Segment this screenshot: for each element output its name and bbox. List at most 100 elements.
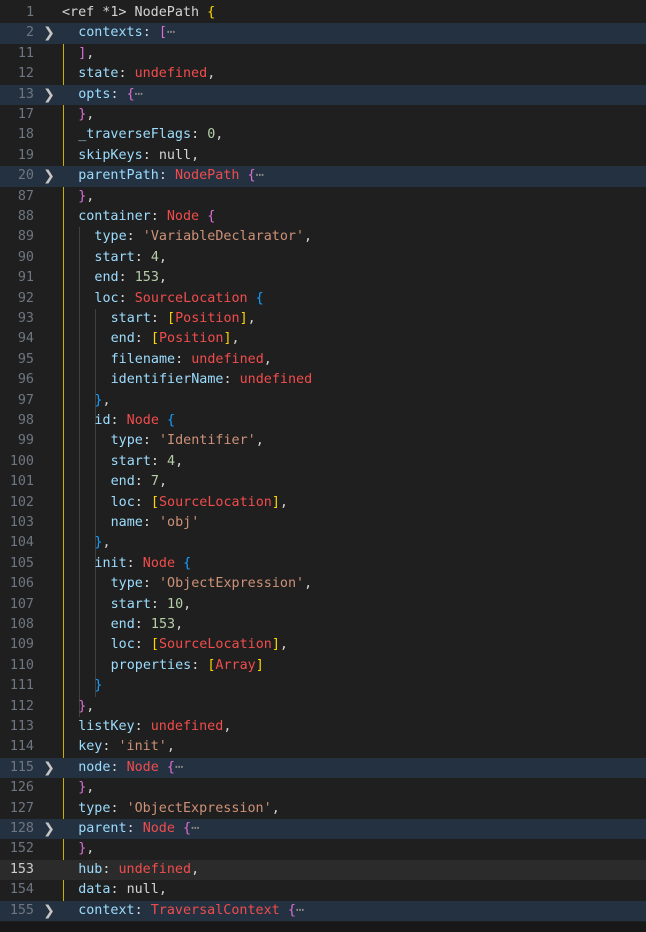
code-line[interactable]: 1 <ref *1> NodePath { bbox=[0, 3, 646, 23]
token-number: 4 bbox=[167, 453, 176, 469]
code-line[interactable]: 101 end: 7, bbox=[0, 472, 646, 492]
token-plain: : bbox=[142, 576, 159, 592]
code-line[interactable]: 2 ❯ contexts: [⋯ bbox=[0, 23, 646, 44]
token-plain: , bbox=[86, 107, 95, 122]
code-text: key: 'init', bbox=[78, 737, 175, 757]
token-plain: : bbox=[110, 882, 127, 898]
folded-ellipsis[interactable]: ⋯ bbox=[256, 168, 264, 183]
line-number: 11 bbox=[17, 45, 34, 61]
line-number: 110 bbox=[9, 657, 34, 673]
code-editor[interactable]: 1 <ref *1> NodePath {2 ❯ contexts: [⋯ 11], 12… bbox=[0, 0, 646, 932]
code-line[interactable]: 92 loc: SourceLocation { bbox=[0, 289, 646, 309]
code-line[interactable]: 106 type: 'ObjectExpression', bbox=[0, 574, 646, 594]
property-key: skipKeys bbox=[78, 147, 143, 163]
token-plain: : bbox=[102, 861, 119, 877]
token-plain: : bbox=[118, 66, 135, 82]
token-plain: : bbox=[134, 474, 151, 490]
chevron-right-icon[interactable]: ❯ bbox=[38, 819, 60, 839]
code-line[interactable]: 107 start: 10, bbox=[0, 595, 646, 615]
code-line[interactable]: 99 type: 'Identifier', bbox=[0, 431, 646, 451]
code-line[interactable]: 90 start: 4, bbox=[0, 248, 646, 268]
code-line[interactable]: 96 identifierName: undefined bbox=[0, 370, 646, 390]
code-line[interactable]: 88 container: Node { bbox=[0, 207, 646, 227]
token-plain: , bbox=[86, 841, 95, 857]
code-line[interactable]: 115 ❯ node: Node {⋯ bbox=[0, 757, 646, 779]
code-line[interactable]: 89 type: 'VariableDeclarator', bbox=[0, 227, 646, 247]
property-key: end bbox=[94, 270, 119, 286]
code-line[interactable]: 111} bbox=[0, 676, 646, 696]
folded-ellipsis[interactable]: ⋯ bbox=[191, 821, 199, 836]
chevron-right-icon[interactable]: ❯ bbox=[38, 85, 60, 105]
property-key: type bbox=[110, 576, 143, 592]
code-text: contexts: [⋯ bbox=[78, 23, 175, 43]
code-line[interactable]: 11], bbox=[0, 44, 646, 64]
code-line[interactable]: 13 ❯ opts: {⋯ bbox=[0, 84, 646, 105]
folded-ellipsis[interactable]: ⋯ bbox=[135, 87, 143, 102]
code-line[interactable]: 12 state: undefined, bbox=[0, 64, 646, 84]
code-line[interactable]: 110 properties: [Array] bbox=[0, 656, 646, 676]
code-line[interactable]: 87}, bbox=[0, 187, 646, 207]
token-plain: : bbox=[110, 759, 127, 775]
chevron-right-icon[interactable]: ❯ bbox=[38, 23, 60, 43]
code-text: _traverseFlags: 0, bbox=[78, 125, 223, 145]
code-line[interactable]: 102 loc: [SourceLocation], bbox=[0, 493, 646, 513]
code-text: type: 'Identifier', bbox=[111, 431, 264, 451]
code-line[interactable]: 152}, bbox=[0, 839, 646, 859]
code-line[interactable]: 19 skipKeys: null, bbox=[0, 146, 646, 166]
code-text: loc: [SourceLocation], bbox=[111, 635, 288, 655]
folded-ellipsis[interactable]: ⋯ bbox=[175, 760, 183, 775]
line-number: 114 bbox=[9, 739, 34, 755]
token-plain: , bbox=[158, 474, 168, 490]
code-line[interactable]: 112}, bbox=[0, 697, 646, 717]
token-brace-blue: { bbox=[183, 555, 192, 571]
token-brace-gold: ] bbox=[271, 637, 280, 653]
code-text: start: [Position], bbox=[111, 309, 256, 329]
code-line[interactable]: 17}, bbox=[0, 105, 646, 125]
token-plain: , bbox=[166, 739, 175, 755]
folded-ellipsis[interactable]: ⋯ bbox=[296, 903, 304, 918]
code-line[interactable]: 20 ❯ parentPath: NodePath {⋯ bbox=[0, 166, 646, 187]
code-text: ], bbox=[78, 44, 94, 64]
code-line[interactable]: 109 loc: [SourceLocation], bbox=[0, 635, 646, 655]
chevron-right-icon[interactable]: ❯ bbox=[38, 166, 60, 186]
horizontal-scrollbar-track[interactable] bbox=[0, 922, 646, 932]
code-line[interactable]: 98 id: Node { bbox=[0, 411, 646, 431]
code-line[interactable]: 100 start: 4, bbox=[0, 452, 646, 472]
code-line[interactable]: 95 filename: undefined, bbox=[0, 350, 646, 370]
code-line[interactable]: 94 end: [Position], bbox=[0, 329, 646, 349]
code-line[interactable]: 114 key: 'init', bbox=[0, 737, 646, 757]
token-plain: , bbox=[271, 800, 280, 816]
token-plain: : bbox=[102, 739, 119, 755]
code-line[interactable]: 18 _traverseFlags: 0, bbox=[0, 125, 646, 145]
code-text: start: 4, bbox=[111, 452, 184, 472]
code-line[interactable]: 127 type: 'ObjectExpression', bbox=[0, 799, 646, 819]
code-line[interactable]: 128 ❯ parent: Node {⋯ bbox=[0, 819, 646, 840]
token-plain: , bbox=[183, 596, 192, 612]
code-line[interactable]: 108 end: 153, bbox=[0, 615, 646, 635]
chevron-right-icon[interactable]: ❯ bbox=[38, 758, 60, 778]
code-line[interactable]: 103 name: 'obj' bbox=[0, 513, 646, 533]
token-plain: : bbox=[175, 351, 192, 367]
token-plain: , bbox=[215, 127, 224, 143]
code-line[interactable]: 113 listKey: undefined, bbox=[0, 717, 646, 737]
token-type: NodePath bbox=[174, 168, 240, 184]
code-line[interactable]: 153 hub: undefined, bbox=[0, 859, 646, 881]
code-line[interactable]: 97}, bbox=[0, 391, 646, 411]
code-line[interactable]: 155 ❯ context: TraversalContext {⋯ bbox=[0, 900, 646, 921]
code-line[interactable]: 126}, bbox=[0, 778, 646, 798]
code-line[interactable]: 104}, bbox=[0, 533, 646, 553]
folded-ellipsis[interactable]: ⋯ bbox=[167, 25, 175, 40]
line-number: 108 bbox=[9, 617, 34, 632]
line-number: 115 bbox=[9, 759, 34, 775]
code-line[interactable]: 105 init: Node { bbox=[0, 554, 646, 574]
code-line[interactable]: 91 end: 153, bbox=[0, 268, 646, 288]
token-plain: , bbox=[102, 535, 111, 551]
token-brace-purple: { bbox=[287, 902, 296, 918]
chevron-right-icon[interactable]: ❯ bbox=[38, 901, 60, 921]
token-plain: : bbox=[134, 494, 151, 510]
code-line[interactable]: 154 data: null, bbox=[0, 880, 646, 900]
code-line[interactable]: 93 start: [Position], bbox=[0, 309, 646, 329]
